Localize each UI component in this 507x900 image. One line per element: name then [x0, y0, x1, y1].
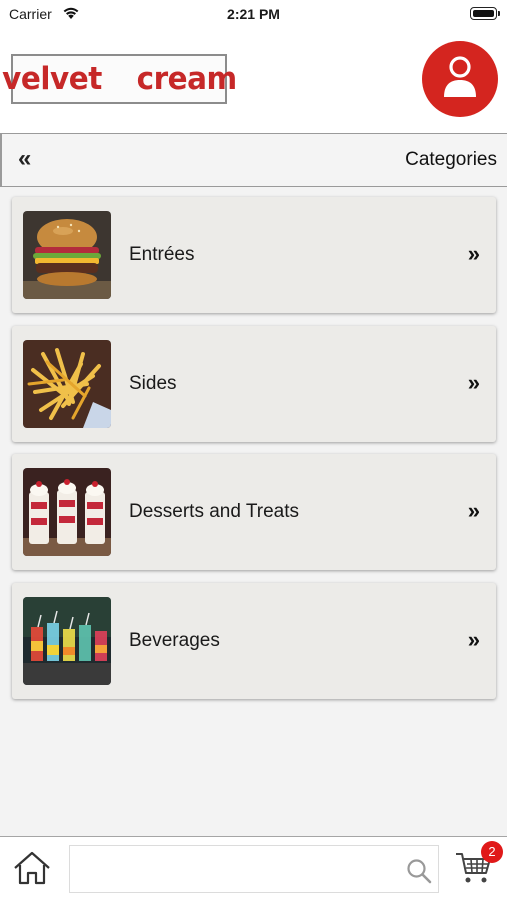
app-header: velvet cream: [0, 30, 507, 133]
clock: 2:21 PM: [227, 6, 280, 22]
cart-count-badge: 2: [481, 841, 503, 863]
desserts-photo: [23, 468, 111, 556]
search-field[interactable]: [69, 845, 439, 893]
profile-button[interactable]: [422, 41, 498, 117]
search-input[interactable]: [78, 854, 398, 884]
home-icon[interactable]: [12, 850, 52, 886]
category-label: Entrées: [129, 244, 195, 265]
chevron-right-icon: »: [467, 626, 480, 652]
category-label: Desserts and Treats: [129, 501, 300, 522]
category-list: Entrées » Sides » Desserts and Treats » …: [12, 197, 496, 711]
brand-logo[interactable]: velvet cream: [2, 54, 237, 104]
cart-icon: [455, 853, 493, 889]
status-bar: Carrier 2:21 PM: [0, 0, 507, 30]
category-item-entrees[interactable]: Entrées »: [12, 197, 496, 313]
navigation-bar: « Categories: [0, 133, 507, 187]
brand-logo-text: velvet cream: [1, 61, 237, 97]
page-title: Categories: [405, 149, 497, 170]
back-button[interactable]: «: [18, 146, 48, 174]
burger-photo: [23, 211, 111, 299]
bottom-bar: 2: [0, 836, 507, 900]
category-label: Beverages: [129, 629, 220, 651]
chevron-right-icon: »: [467, 498, 480, 523]
beverages-photo: [23, 596, 111, 685]
chevron-right-icon: »: [467, 369, 480, 395]
fries-photo: [23, 339, 111, 428]
user-icon: [440, 55, 480, 104]
search-icon[interactable]: [406, 858, 432, 884]
category-item-sides[interactable]: Sides »: [12, 325, 496, 442]
category-item-beverages[interactable]: Beverages »: [12, 582, 496, 699]
category-item-desserts[interactable]: Desserts and Treats »: [12, 454, 496, 570]
battery-icon: [470, 7, 500, 20]
category-label: Sides: [129, 372, 177, 394]
chevron-right-icon: »: [467, 241, 480, 266]
